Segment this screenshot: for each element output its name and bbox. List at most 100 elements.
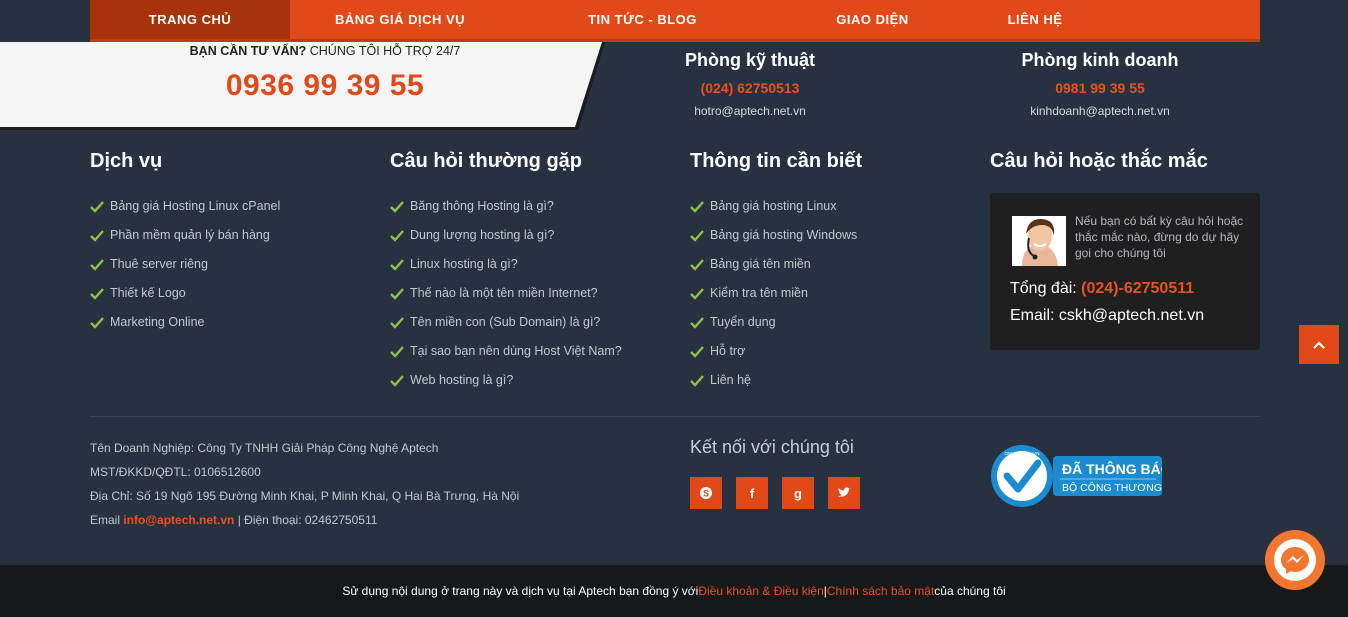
messenger-chat-button[interactable] (1265, 530, 1325, 590)
facebook-icon[interactable]: f (736, 477, 768, 509)
footer-link-label: Dung lượng hosting là gì? (410, 228, 555, 242)
switchboard-line: Tổng đài: (024)-62750511 (1010, 280, 1195, 297)
department-phone[interactable]: (024) 62750513 (630, 80, 870, 96)
hotline-panel: BẠN CẦN TƯ VẤN? CHÚNG TÔI HỖ TRỢ 24/7 09… (0, 42, 605, 130)
company-contact: Email info@aptech.net.vn | Điện thoại: 0… (90, 513, 378, 527)
check-icon (390, 230, 404, 242)
privacy-link[interactable]: Chính sách bảo mật (827, 584, 934, 598)
badge-ring-text: ONLINE.GOV.VN (1004, 451, 1039, 456)
department-phone[interactable]: 0981 99 39 55 (980, 80, 1220, 96)
footer-link[interactable]: Tên miền con (Sub Domain) là gì? (390, 315, 622, 344)
check-icon (690, 375, 704, 387)
check-icon (90, 230, 104, 242)
services-column: Dịch vụ Bảng giá Hosting Linux cPanel Phầ… (90, 150, 280, 344)
column-title: Dịch vụ (90, 150, 163, 172)
footer-link[interactable]: Marketing Online (90, 315, 280, 344)
copyright-bar: Sử dụng nội dung ở trang này và dịch vụ … (0, 565, 1348, 617)
footer-link-label: Linux hosting là gì? (410, 257, 518, 271)
footer-link[interactable]: Tuyển dụng (690, 315, 862, 344)
footer-link[interactable]: Liên hệ (690, 373, 862, 402)
social-title: Kết nối với chúng tôi (690, 437, 854, 457)
check-icon (390, 259, 404, 271)
check-icon (90, 317, 104, 329)
hotline-label: BẠN CẦN TƯ VẤN? CHÚNG TÔI HỖ TRỢ 24/7 (189, 44, 461, 58)
footer-link-label: Thiết kế Logo (110, 286, 186, 300)
company-name: Tên Doanh Nghiệp: Công Ty TNHH Giải Pháp… (90, 441, 439, 455)
nav-item-contact[interactable]: LIÊN HỆ (970, 0, 1100, 39)
check-icon (90, 259, 104, 271)
check-icon (390, 317, 404, 329)
department-title: Phòng kỹ thuật (685, 50, 815, 70)
footer-link[interactable]: Dung lượng hosting là gì? (390, 228, 622, 257)
top-navigation: TRANG CHỦ BẢNG GIÁ DỊCH VỤ TIN TỨC - BLO… (90, 0, 1260, 42)
footer-link[interactable]: Phần mềm quản lý bán hàng (90, 228, 280, 257)
department-email[interactable]: hotro@aptech.net.vn (630, 104, 870, 118)
footer-link[interactable]: Bảng giá tên miền (690, 257, 862, 286)
hotline-number[interactable]: 0936 99 39 55 (0, 69, 650, 103)
footer-link-label: Thuê server riêng (110, 257, 208, 271)
switchboard-number[interactable]: (024)-62750511 (1081, 280, 1194, 297)
footer-link[interactable]: Hỗ trợ (690, 344, 862, 373)
footer-link-label: Phần mềm quản lý bán hàng (110, 228, 270, 242)
check-icon (690, 259, 704, 271)
check-icon (90, 201, 104, 213)
scroll-to-top-button[interactable] (1299, 325, 1339, 364)
support-email[interactable]: Email: cskh@aptech.net.vn (1010, 307, 1204, 325)
column-title: Câu hỏi thường gặp (390, 150, 583, 172)
terms-link[interactable]: Điều khoản & Điều kiện (698, 584, 823, 598)
footer-link[interactable]: Linux hosting là gì? (390, 257, 622, 286)
company-tax-id: MST/ĐKKD/QĐTL: 0106512600 (90, 465, 261, 479)
footer-link[interactable]: Kiểm tra tên miền (690, 286, 862, 315)
ministry-registration-badge[interactable]: ONLINE.GOV.VN ĐÃ THÔNG BÁO BỘ CÔNG THƯƠN… (990, 443, 1162, 509)
section-divider (90, 416, 1260, 417)
nav-item-home[interactable]: TRANG CHỦ (90, 0, 290, 39)
support-agent-avatar (1012, 216, 1066, 266)
footer-link[interactable]: Thế nào là một tên miền Internet? (390, 286, 622, 315)
skype-icon[interactable]: S (690, 477, 722, 509)
footer-link-label: Liên hệ (710, 373, 752, 387)
department-title: Phòng kinh doanh (1021, 50, 1179, 70)
info-column: Thông tin cần biết Bảng giá hosting Linu… (690, 150, 862, 402)
footer-link[interactable]: Tại sao bạn nên dùng Host Việt Nam? (390, 344, 622, 373)
check-icon (690, 230, 704, 242)
footer-link-label: Bảng giá tên miền (710, 257, 811, 271)
footer-text: Sử dụng nội dung ở trang này và dịch vụ … (342, 584, 699, 598)
footer-link[interactable]: Bảng giá hosting Linux (690, 199, 862, 228)
nav-item-pricing[interactable]: BẢNG GIÁ DỊCH VỤ (290, 0, 510, 39)
footer-link-label: Tuyển dụng (710, 315, 776, 329)
badge-line-2: BỘ CÔNG THƯƠNG (1062, 481, 1162, 494)
department-technical: Phòng kỹ thuật (024) 62750513 hotro@apte… (630, 50, 870, 118)
support-text: Nếu bạn có bất kỳ câu hỏi hoặc thắc mắc … (1075, 214, 1244, 260)
footer-link[interactable]: Bảng giá hosting Windows (690, 228, 862, 257)
check-icon (390, 288, 404, 300)
company-address: Địa Chỉ: Số 19 Ngõ 195 Đường Minh Khai, … (90, 489, 520, 503)
column-title: Thông tin cần biết (690, 150, 863, 172)
footer-link[interactable]: Web hosting là gì? (390, 373, 622, 402)
link-list: Bảng giá Hosting Linux cPanel Phần mềm qu… (90, 199, 280, 344)
questions-column: Câu hỏi hoặc thắc mắc (990, 150, 1208, 199)
column-title: Câu hỏi hoặc thắc mắc (990, 150, 1208, 172)
footer-link-label: Tên miền con (Sub Domain) là gì? (410, 315, 601, 329)
footer-link[interactable]: Thuê server riêng (90, 257, 280, 286)
link-list: Băng thông Hosting là gì? Dung lượng host… (390, 199, 622, 402)
badge-line-1: ĐÃ THÔNG BÁO (1062, 460, 1162, 477)
twitter-icon[interactable] (828, 477, 860, 509)
footer-text-end: của chúng tôi (934, 584, 1006, 598)
check-icon (90, 288, 104, 300)
footer-link-label: Kiểm tra tên miền (710, 286, 808, 300)
footer-link[interactable]: Thiết kế Logo (90, 286, 280, 315)
footer-link[interactable]: Bảng giá Hosting Linux cPanel (90, 199, 280, 228)
footer-link-label: Bảng giá hosting Windows (710, 228, 858, 242)
footer-link[interactable]: Băng thông Hosting là gì? (390, 199, 622, 228)
google-plus-icon[interactable]: g (782, 477, 814, 509)
check-icon (690, 346, 704, 358)
footer-link-label: Băng thông Hosting là gì? (410, 199, 554, 213)
company-email-link[interactable]: info@aptech.net.vn (123, 513, 234, 527)
support-box: Nếu bạn có bất kỳ câu hỏi hoặc thắc mắc … (990, 193, 1260, 350)
department-sales: Phòng kinh doanh 0981 99 39 55 kinhdoanh… (980, 50, 1220, 118)
nav-item-blog[interactable]: TIN TỨC - BLOG (510, 0, 775, 39)
department-email[interactable]: kinhdoanh@aptech.net.vn (980, 104, 1220, 118)
footer-link-label: Bảng giá hosting Linux (710, 199, 837, 213)
check-icon (390, 346, 404, 358)
nav-item-themes[interactable]: GIAO DIỆN (775, 0, 970, 39)
